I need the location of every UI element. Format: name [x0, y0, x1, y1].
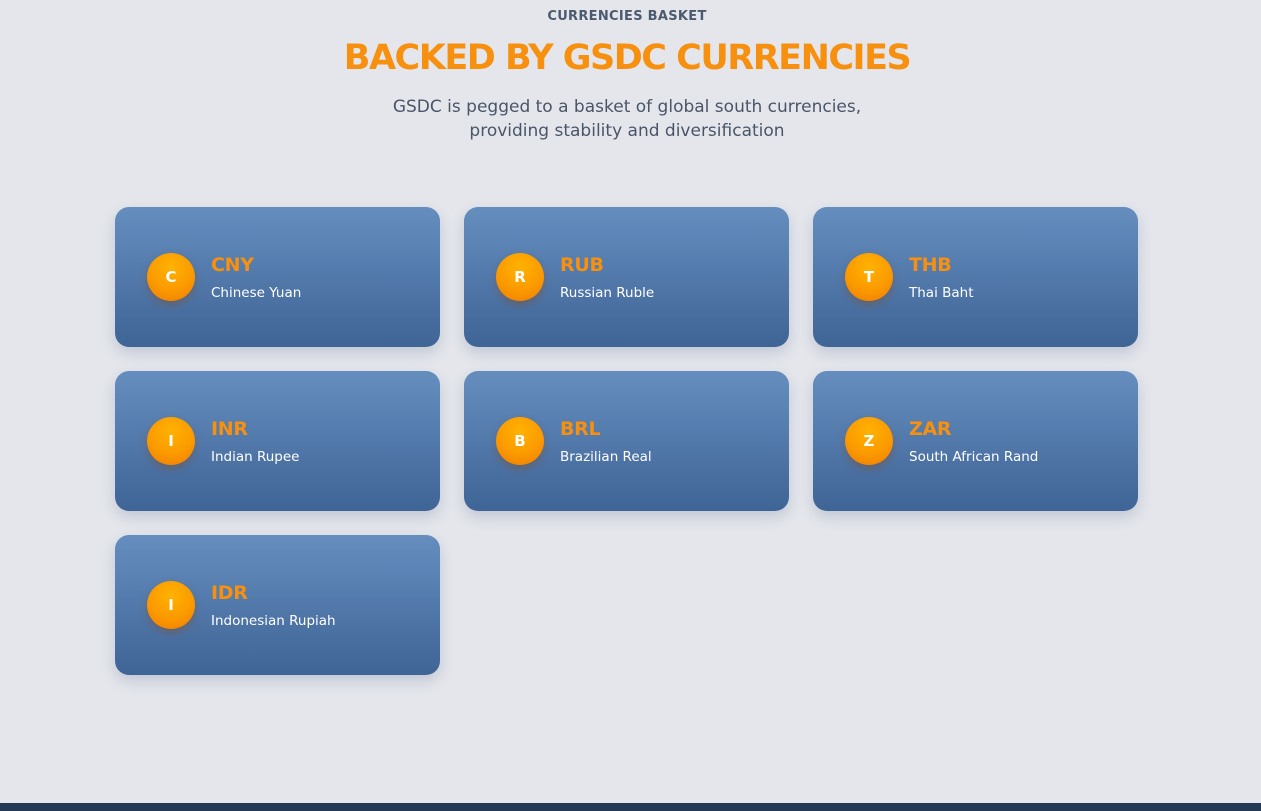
- currency-name: South African Rand: [909, 449, 1039, 465]
- currency-grid: C CNY Chinese Yuan R RUB Russian Ruble T…: [115, 207, 1139, 675]
- footer-bar: [0, 803, 1261, 811]
- currency-code: ZAR: [909, 418, 952, 440]
- section-title: BACKED BY GSDC CURRENCIES: [343, 38, 912, 78]
- section-subtitle: GSDC is pegged to a basket of global sou…: [0, 95, 1254, 143]
- currency-code: THB: [909, 254, 952, 276]
- currency-name: Russian Ruble: [560, 285, 655, 301]
- currency-code: CNY: [211, 254, 254, 276]
- subtitle-line-2: providing stability and diversification: [469, 121, 785, 141]
- currency-name: Indian Rupee: [211, 449, 300, 465]
- currencies-basket-section: CURRENCIES BASKET BACKED BY GSDC CURRENC…: [0, 0, 1261, 803]
- currency-coin-icon: T: [845, 253, 893, 301]
- section-eyebrow: CURRENCIES BASKET: [547, 9, 707, 24]
- currency-code: BRL: [560, 418, 601, 440]
- currency-name: Brazilian Real: [560, 449, 652, 465]
- currency-code: IDR: [211, 582, 248, 604]
- currency-coin-icon: B: [496, 417, 544, 465]
- currency-name: Indonesian Rupiah: [211, 613, 336, 629]
- currency-coin-icon: C: [147, 253, 195, 301]
- currency-card-cny[interactable]: C CNY Chinese Yuan: [115, 207, 440, 347]
- currency-coin-icon: Z: [845, 417, 893, 465]
- currency-coin-icon: R: [496, 253, 544, 301]
- currency-card-inr[interactable]: I INR Indian Rupee: [115, 371, 440, 511]
- currency-card-rub[interactable]: R RUB Russian Ruble: [464, 207, 789, 347]
- currency-card-brl[interactable]: B BRL Brazilian Real: [464, 371, 789, 511]
- currency-name: Thai Baht: [909, 285, 974, 301]
- currency-name: Chinese Yuan: [211, 285, 302, 301]
- currency-code: INR: [211, 418, 248, 440]
- currency-coin-icon: I: [147, 417, 195, 465]
- currency-card-idr[interactable]: I IDR Indonesian Rupiah: [115, 535, 440, 675]
- currency-card-thb[interactable]: T THB Thai Baht: [813, 207, 1138, 347]
- currency-code: RUB: [560, 254, 604, 276]
- currency-coin-icon: I: [147, 581, 195, 629]
- subtitle-line-1: GSDC is pegged to a basket of global sou…: [392, 97, 862, 117]
- currency-card-zar[interactable]: Z ZAR South African Rand: [813, 371, 1138, 511]
